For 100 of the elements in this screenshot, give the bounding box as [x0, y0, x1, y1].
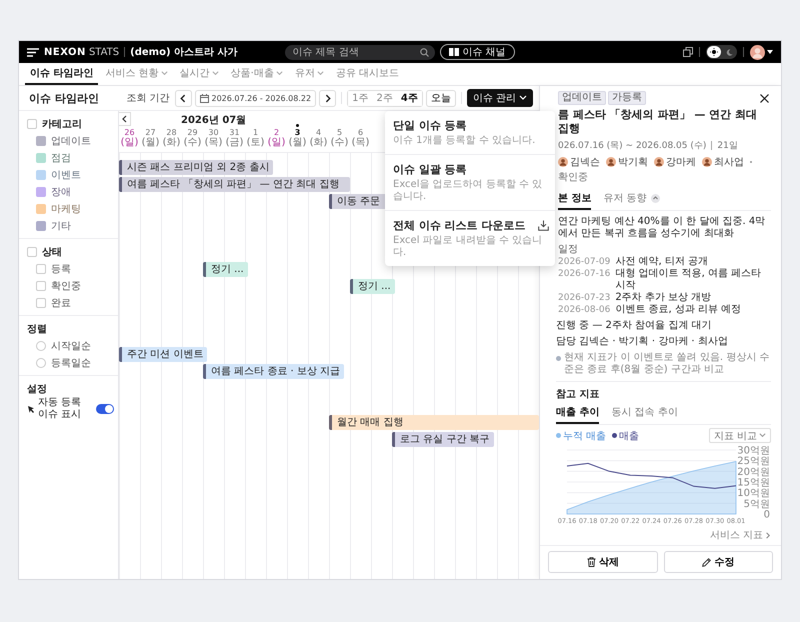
- schedule-text: 대형 업데이트 적용, 여름 페스타 시작: [615, 268, 762, 292]
- person-name: 박기획: [618, 156, 648, 169]
- weekday-label: (수): [330, 137, 348, 149]
- checkbox-label: 등록: [51, 262, 71, 276]
- day-number: 5: [336, 128, 342, 137]
- issue-bar[interactable]: 주간 미션 이벤트: [119, 347, 208, 362]
- axis-label: 10억원: [737, 488, 770, 500]
- tag: 가등록: [608, 91, 646, 105]
- issue-title: 름 페스타 「창세의 파편」 — 연간 최대 집행: [558, 108, 758, 136]
- weekday-label: (목): [352, 137, 370, 149]
- edit-button[interactable]: 수정: [664, 551, 773, 573]
- issue-bar[interactable]: 여름 페스타 「창세의 파편」 — 연간 최대 집행: [119, 177, 350, 192]
- axis-label: 20억원: [737, 466, 770, 478]
- section-title: 참고 지표: [556, 388, 600, 401]
- axis-label: 25억원: [737, 456, 770, 468]
- metric-tab[interactable]: 매출 추이: [556, 402, 600, 424]
- schedule-date: 2026-07-16: [558, 268, 610, 281]
- tag: 업데이트: [558, 91, 606, 105]
- menu-item-title: 이슈 일괄 등록: [393, 162, 467, 177]
- nav-tab[interactable]: 서비스 현황: [100, 63, 173, 85]
- owners-text: 담당 김넥슨 · 박기획 · 강마케 · 최사업: [556, 336, 729, 348]
- schedule-date: 2026-08-06: [558, 304, 610, 316]
- category-label: 업데이트: [51, 134, 91, 148]
- issue-bar[interactable]: 정기 ...: [350, 279, 395, 294]
- issue-bar[interactable]: 로그 유실 구간 복구: [392, 432, 494, 447]
- axis-label: 0: [764, 510, 770, 520]
- weekday-label: (일): [268, 137, 286, 149]
- checkbox-label: 확인중: [51, 280, 81, 292]
- menu-item-description: Excel 파일로 내려받을 수 있습니다.: [393, 235, 544, 259]
- day-number: 29: [187, 128, 198, 137]
- section-label: 정렬: [27, 322, 48, 336]
- menu-item[interactable]: 단일 이슈 등록 이슈 1개를 등록할 수 있습니다.: [385, 111, 555, 155]
- weekday-label: (토): [246, 137, 264, 149]
- date-range-text: 026.07.16 (목) ~ 2026.08.05 (수): [558, 140, 706, 152]
- weekday-label: (월): [142, 137, 160, 149]
- day-number: 6: [358, 128, 364, 137]
- duration-text: 21일: [717, 140, 738, 152]
- category-label: 이벤트: [51, 168, 81, 182]
- status-text: 확인중: [558, 171, 588, 184]
- weekday-label: (수): [184, 137, 202, 149]
- axis-label: 30억원: [737, 446, 770, 456]
- day-number: 31: [229, 128, 240, 137]
- legend-label: 매출: [619, 430, 640, 442]
- today-button[interactable]: 오늘: [426, 90, 456, 106]
- date-range-field[interactable]: 2026.07.26 - 2026.08.22: [194, 90, 316, 106]
- detail-tab[interactable]: 본 정보: [558, 188, 592, 210]
- search-field[interactable]: 이슈 제목 검색: [285, 44, 436, 60]
- schedule-text: 사전 예약, 티저 공개: [615, 256, 708, 268]
- nav-tab[interactable]: 상품·매출: [226, 63, 288, 85]
- nav-tab[interactable]: 유저: [290, 63, 329, 85]
- schedule-date: 2026-07-23: [558, 292, 610, 304]
- weekday-label: (화): [162, 137, 180, 149]
- nav-tab[interactable]: 이슈 타임라인: [25, 63, 98, 85]
- delete-button[interactable]: 삭제: [548, 551, 658, 573]
- menu-item[interactable]: 전체 이슈 리스트 다운로드 Excel 파일로 내려받을 수 있습니다.: [385, 211, 555, 266]
- day-number: 2: [274, 128, 280, 137]
- weekday-label: (일): [120, 137, 138, 149]
- detail-tab[interactable]: 유저 동향: [603, 188, 660, 210]
- section-label: 상태: [42, 246, 62, 258]
- nav-tab[interactable]: 실시간: [174, 63, 224, 85]
- metric-tab[interactable]: 동시 접속 추이: [611, 402, 678, 424]
- section-label: 설정: [27, 382, 48, 396]
- issue-bar[interactable]: 시즌 패스 프리미엄 외 2종 출시: [119, 160, 274, 175]
- workspace-name: (demo) 아스트라 사가: [130, 46, 238, 59]
- day-number: 1: [252, 128, 258, 137]
- issue-bar[interactable]: 월간 매매 집행: [329, 415, 539, 430]
- compare-dropdown[interactable]: 지표 비교: [708, 428, 771, 443]
- issue-bar[interactable]: 정기 ...: [203, 262, 248, 277]
- weekday-label: (목): [204, 137, 222, 149]
- schedule-text: 2주차 추가 보상 개방: [615, 292, 712, 304]
- person-name: 김넥슨: [570, 156, 600, 169]
- nav-tab[interactable]: 공유 대시보드: [330, 63, 404, 85]
- day-number: 27: [145, 128, 156, 137]
- menu-item-title: 전체 이슈 리스트 다운로드: [393, 218, 526, 233]
- axis-label: 5억원: [744, 498, 770, 510]
- section-label: 카테고리: [42, 118, 82, 130]
- weekday-label: (금): [226, 137, 244, 149]
- schedule-label: 일정: [558, 244, 579, 256]
- issue-manage-button[interactable]: 이슈 관리: [466, 89, 533, 107]
- radio-label: 시작일순: [51, 340, 91, 352]
- menu-item[interactable]: 이슈 일괄 등록 Excel을 업로드하여 등록할 수 있습니다.: [385, 155, 555, 211]
- menu-item-description: 이슈 1개를 등록할 수 있습니다.: [393, 135, 536, 147]
- day-number: 4: [316, 128, 322, 137]
- issue-bar[interactable]: 여름 페스타 종료 · 보상 지급: [203, 364, 344, 379]
- weekday-label: (월): [288, 137, 306, 149]
- logo-subtext: STATS: [88, 46, 120, 58]
- person-name: 강마케: [666, 156, 696, 169]
- axis-label: 15억원: [737, 478, 770, 488]
- checkbox-label: 완료: [51, 296, 71, 310]
- setting-label: 자동 등록 이슈 표시: [38, 397, 82, 421]
- service-metrics-link[interactable]: 서비스 지표: [710, 528, 771, 542]
- day-number: 30: [208, 128, 219, 137]
- category-label: 마케팅: [51, 202, 81, 216]
- weekday-label: (화): [310, 137, 328, 149]
- period-label: 조회 기간: [126, 92, 170, 105]
- day-number: 26: [124, 128, 135, 137]
- channel-button[interactable]: 이슈 채널: [440, 44, 515, 60]
- logo-text: NEXON: [44, 46, 86, 58]
- month-label: 2026년 07월: [181, 114, 246, 127]
- summary-text: 연간 마케팅 예산 40%를 이 한 달에 집중. 4막에서 만든 복귀 흐름을 성수기에 최대화: [558, 216, 766, 240]
